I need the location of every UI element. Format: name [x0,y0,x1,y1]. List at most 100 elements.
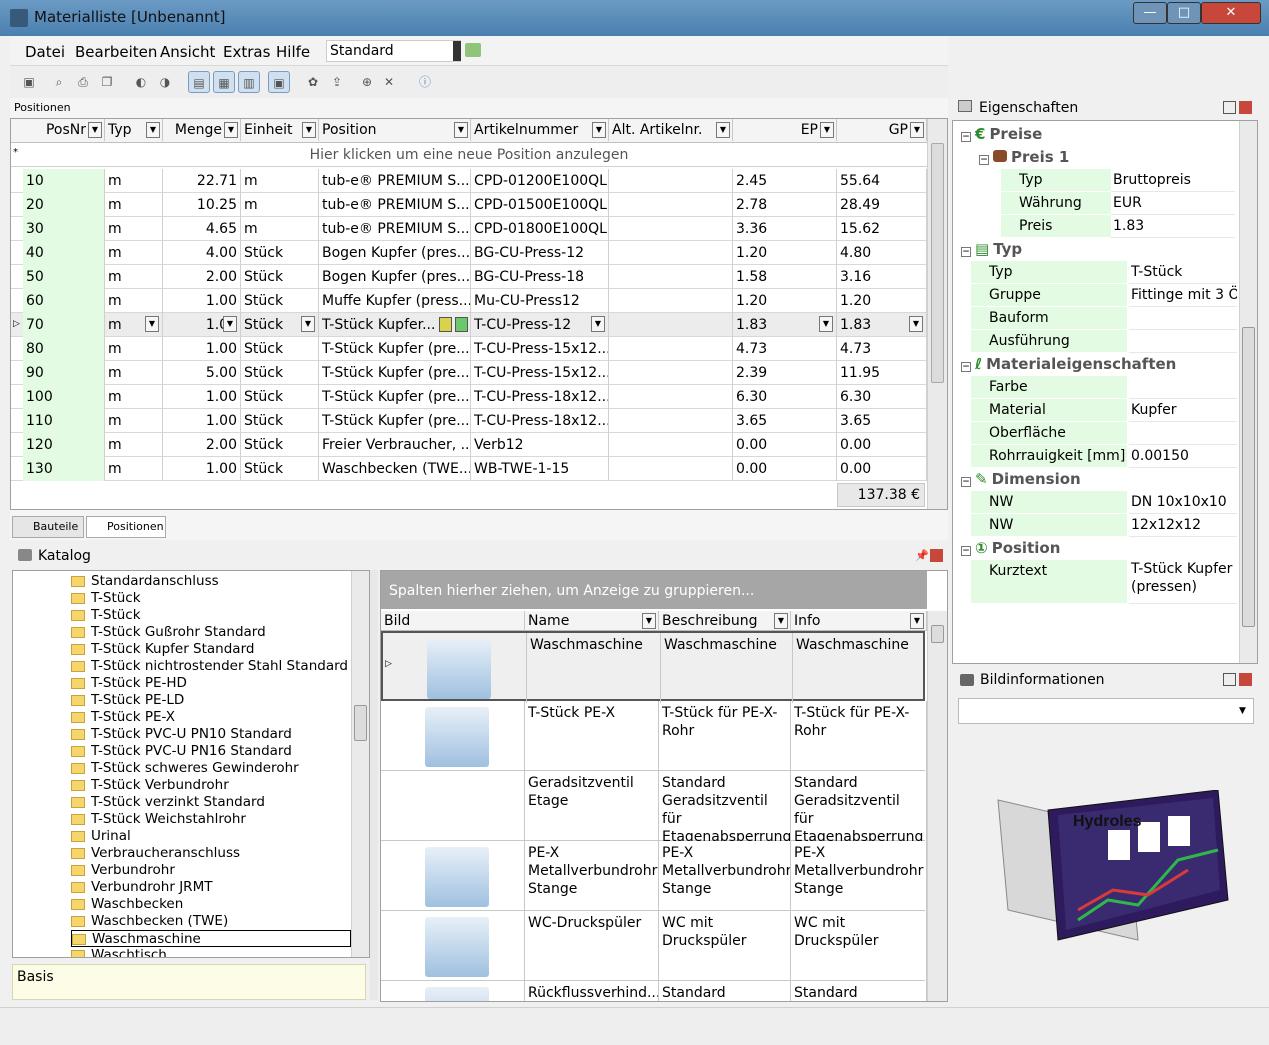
tab-positionen[interactable]: Positionen [86,516,166,538]
catalog-row[interactable]: T-Stück PE-X T-Stück für PE-X-Rohr T-Stück… [381,701,927,771]
property-row[interactable]: NW DN 10x10x10 [971,491,1237,514]
tree-item[interactable]: T-Stück Kupfer Standard [71,641,254,658]
menu-extras[interactable]: Extras [223,43,270,61]
menu-hilfe[interactable]: Hilfe [276,43,310,61]
cell-dropdown-icon[interactable]: ▼ [909,316,923,332]
property-row[interactable]: Rohrrauigkeit [mm] 0.00150 [971,445,1237,468]
column-filter-icon[interactable]: ▼ [820,122,834,138]
tree-item[interactable]: Standardanschluss [71,573,219,590]
tree-item[interactable]: T-Stück PVC-U PN16 Standard [71,743,292,760]
column-header-altartikelnr[interactable]: Alt. Artikelnr. [609,119,733,141]
export-icon[interactable]: ⇪ [326,71,348,93]
catalog-row[interactable]: Waschmaschine Waschmaschine Waschmaschine ▷ [381,631,929,703]
profile-select[interactable]: Standard [326,40,461,62]
column-filter-icon[interactable]: ▼ [716,122,730,138]
redo-icon[interactable]: ◑ [154,71,176,93]
collapse-icon[interactable]: − [961,362,971,372]
print-icon[interactable]: ⎙ [72,71,94,93]
table-row[interactable]: 70 m 1.00 Stück T-Stück Kupfer... T-CU-Press-… [11,313,927,337]
katalog-close-icon[interactable] [930,549,943,562]
subsection-preis-1[interactable]: − Preis 1 [979,146,1069,169]
column-filter-icon[interactable]: ▼ [642,613,656,629]
tree-item[interactable]: Urinal [71,828,131,845]
cell-dropdown-icon[interactable]: ▼ [223,316,237,332]
katalog-scrollbar[interactable] [927,611,947,1001]
katalog-column-bild[interactable]: Bild [381,611,525,631]
new-position-row[interactable]: * Hier klicken um eine neue Position anz… [11,143,927,167]
property-row[interactable]: Bauform [971,307,1237,330]
section-materialeigenschaften[interactable]: − ℓ Materialeigenschaften [961,353,1176,376]
property-row[interactable]: Material Kupfer [971,399,1237,422]
component-icon[interactable]: ✿ [302,71,324,93]
column-header-position[interactable]: Position [319,119,471,141]
property-row[interactable]: Oberfläche [971,422,1237,445]
menu-datei[interactable]: Datei [25,43,65,61]
section-position[interactable]: − ① Position [961,537,1060,560]
column-filter-icon[interactable]: ▼ [774,613,788,629]
menu-ansicht[interactable]: Ansicht [160,43,215,61]
view-catalog-icon[interactable]: ▣ [268,71,290,93]
table-row[interactable]: 100 m 1.00 Stück T-Stück Kupfer (pre... T-CU-… [11,385,927,409]
cell-dropdown-icon[interactable]: ▼ [301,316,315,332]
profile-dropdown-arrow[interactable] [453,41,461,61]
copy-icon[interactable]: ❐ [96,71,118,93]
property-row[interactable]: Währung EUR [1001,192,1235,215]
table-row[interactable]: 80 m 1.00 Stück T-Stück Kupfer (pre... T-CU-P… [11,337,927,361]
tree-item[interactable]: T-Stück PE-LD [71,692,184,709]
tree-item[interactable]: T-Stück verzinkt Standard [71,794,265,811]
bildinfo-select[interactable]: ▼ [958,698,1254,724]
tree-item[interactable]: Verbundrohr JRMT [71,879,212,896]
tree-scroll-thumb[interactable] [354,705,367,741]
tree-item[interactable]: Waschtisch [71,947,167,957]
tree-item[interactable]: T-Stück Verbundrohr [71,777,229,794]
catalog-row[interactable]: Geradsitzventil Etage Standard Geradsitzv… [381,771,927,841]
property-row[interactable]: Farbe [971,376,1237,399]
cell-dropdown-icon[interactable]: ▼ [591,316,605,332]
table-row[interactable]: 40 m 4.00 Stück Bogen Kupfer (pres... BG-CU-P… [11,241,927,265]
catalog-row[interactable]: Rückflussverhind... Standard Standard [381,981,927,1001]
property-row[interactable]: Typ T-Stück [971,261,1237,284]
bildinfo-close-icon[interactable] [1239,673,1252,686]
tree-item[interactable]: Waschbecken [71,896,183,913]
edit-icon[interactable] [439,317,452,332]
table-row[interactable]: 30 m 4.65 m tub-e® PREMIUM S... CPD-01800E100… [11,217,927,241]
view-image-icon[interactable]: ▦ [213,71,235,93]
properties-close-icon[interactable] [1239,101,1252,114]
table-row[interactable]: 130 m 1.00 Stück Waschbecken (TWE... WB-TWE-1… [11,457,927,481]
column-filter-icon[interactable]: ▼ [910,122,924,138]
tree-item[interactable]: T-Stück schweres Gewinderohr [71,760,299,777]
column-filter-icon[interactable]: ▼ [146,122,160,138]
collapse-icon[interactable]: − [961,132,971,142]
tree-item[interactable]: T-Stück [71,590,141,607]
collapse-icon[interactable]: − [961,477,971,487]
katalog-scroll-thumb[interactable] [931,625,944,643]
table-row[interactable]: 120 m 2.00 Stück Freier Verbraucher, ... Verb… [11,433,927,457]
tree-item[interactable]: T-Stück Gußrohr Standard [71,624,266,641]
collapse-icon[interactable]: − [961,247,971,257]
properties-restore-icon[interactable] [1223,101,1236,114]
help-icon[interactable]: ⓘ [414,71,436,93]
pin-icon[interactable]: 📌 [915,549,929,562]
tree-scrollbar[interactable] [351,571,369,957]
column-filter-icon[interactable]: ▼ [910,613,924,629]
katalog-splitter[interactable] [370,570,378,1000]
section-typ[interactable]: − ▤ Typ [961,238,1022,261]
tab-bauteile[interactable]: Bauteile [12,516,84,538]
tree-item[interactable]: T-Stück Weichstahlrohr [71,811,246,828]
column-header-artikelnummer[interactable]: Artikelnummer [471,119,609,141]
group-by-area[interactable]: Spalten hierher ziehen, um Anzeige zu gr… [381,571,927,609]
table-row[interactable]: 20 m 10.25 m tub-e® PREMIUM S... CPD-01500E10… [11,193,927,217]
tree-item[interactable]: T-Stück PE-X [71,709,175,726]
properties-scroll-thumb[interactable] [1242,327,1255,627]
cell-dropdown-icon[interactable]: ▼ [819,316,833,332]
section-dimension[interactable]: − ✎ Dimension [961,468,1081,491]
column-filter-icon[interactable]: ▼ [454,122,468,138]
catalog-row[interactable]: PE-X Metallverbundrohr Stange PE-X Metall… [381,841,927,911]
tree-item[interactable]: Verbundrohr [71,862,175,879]
property-row[interactable]: Preis 1.83 [1001,215,1235,238]
minimize-button[interactable]: — [1133,2,1167,24]
tree-item[interactable]: Waschbecken (TWE) [71,913,228,930]
delete-icon[interactable]: ✕ [378,71,400,93]
tree-item[interactable]: T-Stück nichtrostender Stahl Standard [71,658,348,675]
section-preise[interactable]: − € Preise [961,123,1042,146]
